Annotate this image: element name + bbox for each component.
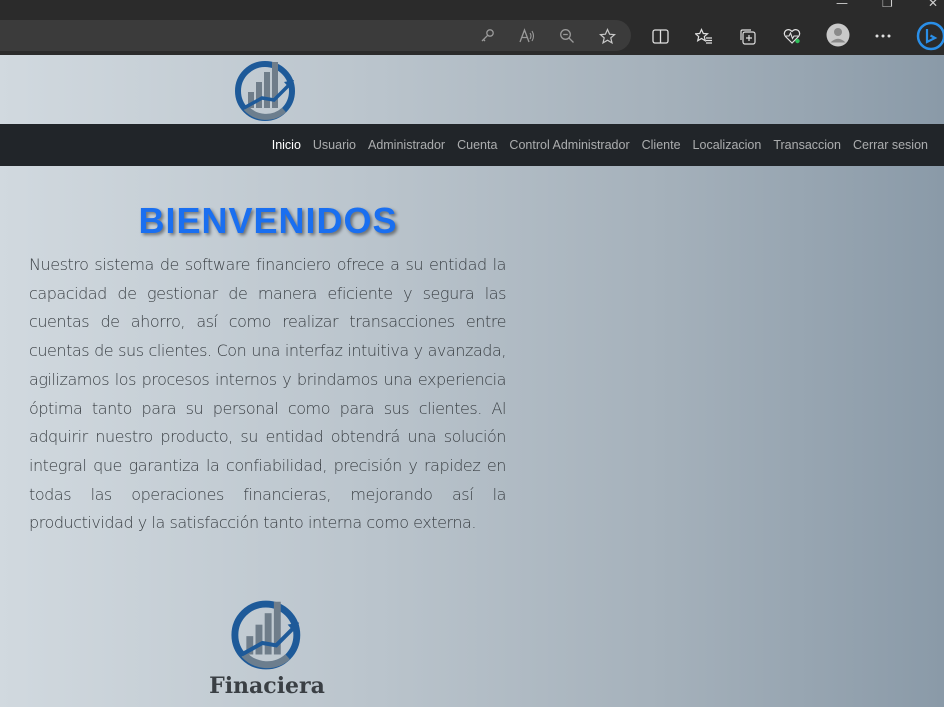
key-icon[interactable] <box>476 25 498 47</box>
restore-icon[interactable]: ❐ <box>882 0 893 10</box>
finance-chart-logo[interactable] <box>232 58 300 124</box>
nav-item-localizacion[interactable]: Localizacion <box>693 138 762 152</box>
page-content: Inicio Usuario Administrador Cuenta Cont… <box>0 55 944 707</box>
close-icon[interactable]: ✕ <box>928 0 938 10</box>
footer-brand: Finaciera <box>196 595 338 707</box>
favorites-icon[interactable] <box>693 25 715 47</box>
bing-icon[interactable] <box>914 21 944 51</box>
minimize-icon[interactable]: — <box>836 0 848 10</box>
finance-chart-logo <box>231 600 301 670</box>
collections-icon[interactable] <box>737 25 759 47</box>
nav-item-control-administrador[interactable]: Control Administrador <box>509 138 629 152</box>
browser-toolbar <box>0 17 944 55</box>
performance-icon[interactable] <box>781 25 803 47</box>
favorite-star-icon[interactable] <box>596 25 618 47</box>
nav-item-cerrar-sesion[interactable]: Cerrar sesion <box>853 138 928 152</box>
read-aloud-icon[interactable] <box>516 25 538 47</box>
main-navbar: Inicio Usuario Administrador Cuenta Cont… <box>0 124 944 166</box>
nav-list: Inicio Usuario Administrador Cuenta Cont… <box>260 124 928 166</box>
nav-item-inicio[interactable]: Inicio <box>272 138 301 152</box>
nav-item-cliente[interactable]: Cliente <box>642 138 681 152</box>
brand-name: Finaciera <box>209 673 325 699</box>
nav-item-usuario[interactable]: Usuario <box>313 138 356 152</box>
nav-item-administrador[interactable]: Administrador <box>368 138 445 152</box>
nav-item-cuenta[interactable]: Cuenta <box>457 138 497 152</box>
intro-paragraph: Nuestro sistema de software financiero o… <box>29 255 506 533</box>
welcome-heading: BIENVENIDOS <box>138 200 398 241</box>
more-icon[interactable] <box>872 25 894 47</box>
zoom-out-icon[interactable] <box>556 25 578 47</box>
browser-title-bar: — ❐ ✕ <box>0 0 944 17</box>
profile-icon[interactable] <box>826 23 850 47</box>
split-screen-icon[interactable] <box>649 25 671 47</box>
nav-item-transaccion[interactable]: Transaccion <box>773 138 841 152</box>
